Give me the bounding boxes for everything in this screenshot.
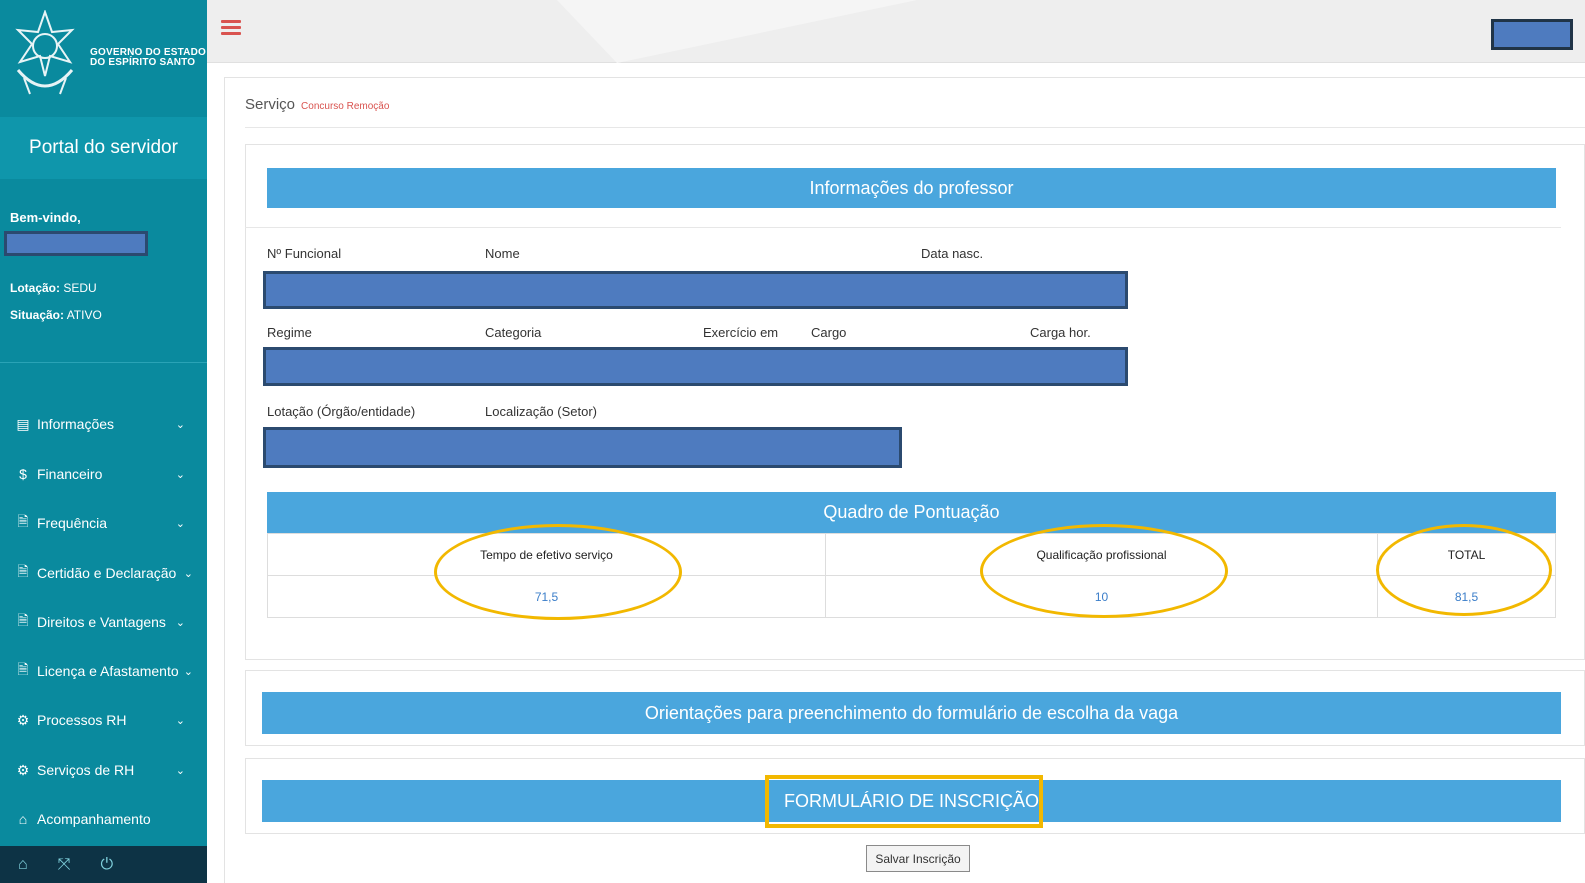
situacao-label: Situação: [10,308,65,322]
score-heading: Quadro de Pontuação [267,492,1556,533]
label-categoria: Categoria [485,325,542,340]
save-inscription-button[interactable]: Salvar Inscrição [866,845,970,872]
sidebar-item-label: Certidão e Declaração [37,565,177,581]
fullscreen-icon[interactable]: ⤧ [58,856,71,874]
sidebar: GOVERNO DO ESTADO DO ESPÍRITO SANTO Port… [0,0,207,883]
label-numero-funcional: Nº Funcional [267,246,342,261]
label-exercicio: Exercício em [703,325,779,340]
portal-title: Portal do servidor [0,117,207,179]
label-nome: Nome [485,246,520,261]
situacao-info: Situação: ATIVO [10,308,102,322]
chevron-down-icon: ⌄ [175,469,185,481]
id-card-icon: ▤ [16,415,30,432]
lotacao-label: Lotação: [10,281,61,295]
sidebar-item-label: Acompanhamento [37,811,151,827]
logo-area: GOVERNO DO ESTADO DO ESPÍRITO SANTO [0,0,207,117]
top-bar [207,0,1585,63]
sidebar-item-servicos[interactable]: ⚙ Serviços de RH ⌄ [0,750,207,790]
orientacoes-heading[interactable]: Orientações para preenchimento do formul… [262,692,1561,734]
menu-toggle-icon[interactable] [221,20,241,36]
chevron-down-icon: ⌄ [175,419,185,431]
user-name-redacted [4,231,148,256]
chevron-down-icon: ⌄ [183,666,193,678]
dollar-icon: $ [19,466,27,482]
sidebar-item-label: Direitos e Vantagens [37,614,166,630]
document-icon: 🗎 [17,661,29,677]
label-carga-horaria: Carga hor. [1030,325,1091,340]
breadcrumb: Serviço Concurso Remoção [245,96,389,113]
sidebar-item-label: Informações [37,416,115,432]
label-regime: Regime [267,325,312,340]
brand-text: GOVERNO DO ESTADO DO ESPÍRITO SANTO [90,48,206,68]
label-localizacao: Localização (Setor) [485,404,597,419]
page-subtitle: Concurso Remoção [301,101,390,112]
chevron-down-icon: ⌄ [175,518,185,530]
sidebar-item-label: Frequência [37,515,108,531]
gears-icon: ⚙ [16,711,30,728]
power-icon[interactable]: ⏻ [100,856,113,874]
label-cargo: Cargo [811,325,847,340]
highlight-box-formulario [765,775,1043,828]
highlight-oval-tempo [434,524,682,620]
state-crest-icon [15,10,75,95]
label-data-nasc: Data nasc. [921,246,984,261]
sidebar-item-certidao[interactable]: 🗎 Certidão e Declaração ⌄ [0,553,207,593]
lotacao-info: Lotação: SEDU [10,281,97,295]
home-icon[interactable]: ⌂ [18,856,28,874]
sidebar-item-processos[interactable]: ⚙ Processos RH ⌄ [0,700,207,740]
situacao-value: ATIVO [66,308,102,322]
sidebar-item-label: Licença e Afastamento [37,663,179,679]
chevron-down-icon: ⌄ [175,715,185,727]
label-lotacao-orgao: Lotação (Órgão/entidade) [267,404,416,419]
sidebar-item-acompanhamento[interactable]: ⌂ Acompanhamento [0,799,207,839]
sidebar-item-label: Serviços de RH [37,762,135,778]
user-menu-redacted[interactable] [1491,19,1573,50]
sidebar-item-informacoes[interactable]: ▤ Informações ⌄ [0,404,207,444]
highlight-oval-qualificacao [980,524,1228,618]
document-icon: 🗎 [17,513,29,529]
brand-line2: DO ESPÍRITO SANTO [90,57,196,68]
sidebar-item-direitos[interactable]: 🗎 Direitos e Vantagens ⌄ [0,602,207,642]
highlight-oval-total [1376,524,1552,616]
lotacao-value: SEDU [63,281,97,295]
welcome-text: Bem-vindo, [10,210,81,225]
sidebar-footer: ⌂ ⤧ ⏻ [0,846,207,883]
sidebar-divider [0,362,207,363]
sidebar-item-financeiro[interactable]: $ Financeiro ⌄ [0,454,207,494]
professor-row3-redacted [263,427,902,468]
sidebar-item-label: Financeiro [37,466,103,482]
document-icon: 🗎 [17,563,29,579]
gears-icon: ⚙ [16,761,30,778]
home-icon: ⌂ [18,811,28,827]
document-icon: 🗎 [17,612,29,628]
breadcrumb-divider [245,127,1585,128]
section-divider [245,227,1561,228]
sidebar-item-licenca[interactable]: 🗎 Licença e Afastamento ⌄ [0,651,207,691]
topbar-decoration [557,0,917,63]
chevron-down-icon: ⌄ [175,617,185,629]
chevron-down-icon: ⌄ [175,765,185,777]
sidebar-item-label: Processos RH [37,712,127,728]
professor-heading: Informações do professor [267,168,1556,208]
chevron-down-icon: ⌄ [183,568,193,580]
page-title: Serviço [245,96,296,113]
professor-row1-redacted [263,271,1128,309]
professor-row2-redacted [263,347,1128,386]
sidebar-item-frequencia[interactable]: 🗎 Frequência ⌄ [0,503,207,543]
